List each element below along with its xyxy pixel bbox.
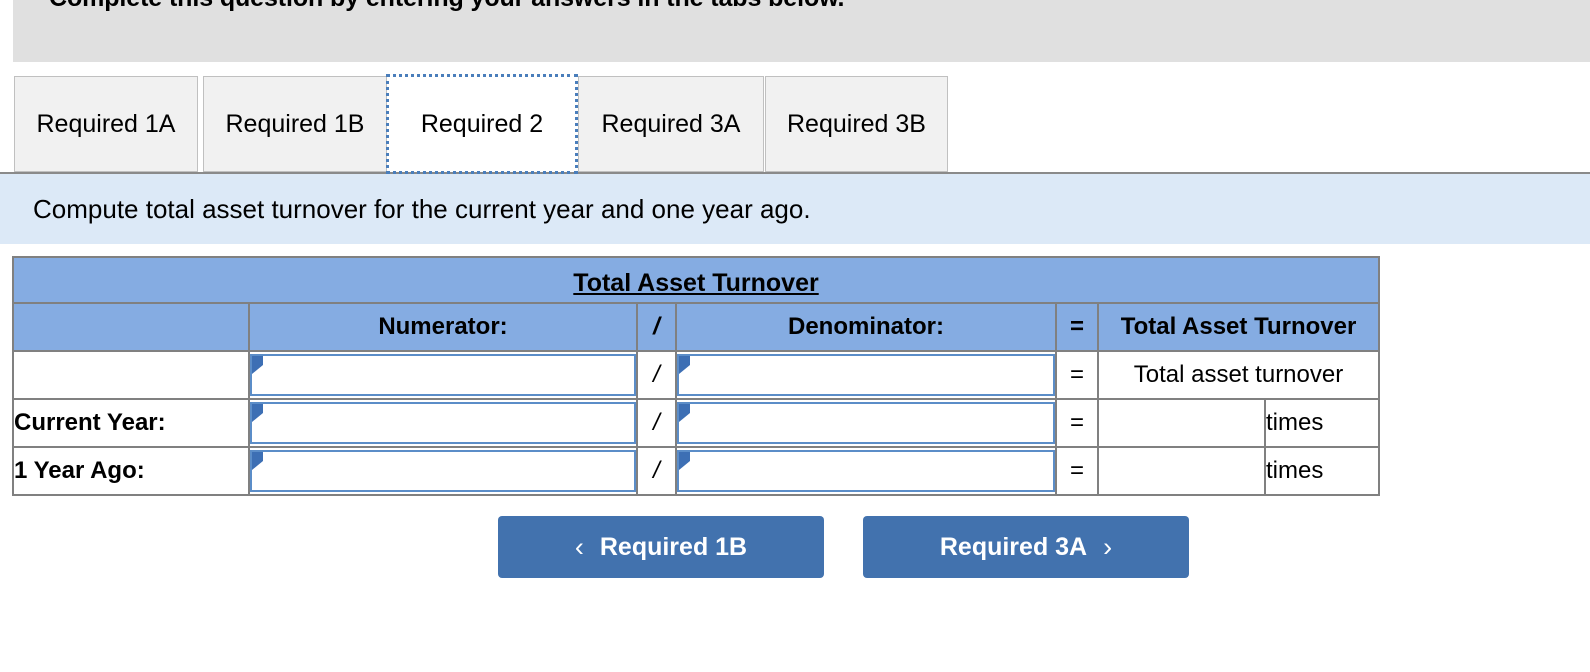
- denominator-input-formula[interactable]: [677, 354, 1055, 396]
- result-unit-one-year-ago: times: [1263, 446, 1381, 496]
- tab-label: Required 3B: [787, 109, 926, 138]
- tab-required-1a[interactable]: Required 1A: [14, 76, 198, 172]
- header-equals: =: [1055, 302, 1099, 352]
- tab-required-2[interactable]: Required 2: [386, 74, 578, 174]
- dropdown-marker-icon: [679, 404, 690, 422]
- table-row: 1 Year Ago: / = times: [12, 446, 1381, 496]
- header-numerator: Numerator:: [248, 302, 638, 352]
- header-blank: [12, 302, 250, 352]
- chevron-right-icon: ›: [1103, 531, 1113, 562]
- tab-required-1b[interactable]: Required 1B: [203, 76, 387, 172]
- denominator-input-current-year[interactable]: [677, 402, 1055, 444]
- row-equals: =: [1055, 446, 1099, 496]
- worksheet-title-cell: Total Asset Turnover: [11, 256, 1381, 304]
- denominator-cell-one-year-ago[interactable]: [675, 446, 1057, 496]
- chevron-left-icon: ‹: [574, 531, 584, 562]
- numerator-cell-one-year-ago[interactable]: [248, 446, 638, 496]
- result-value-one-year-ago[interactable]: [1097, 446, 1266, 496]
- header-denominator: Denominator:: [675, 302, 1057, 352]
- worksheet-title: Total Asset Turnover: [573, 269, 819, 297]
- previous-requirement-label: Required 1B: [599, 532, 748, 561]
- tab-label: Required 1B: [225, 109, 365, 138]
- requirement-instruction-bar: Compute total asset turnover for the cur…: [0, 172, 1590, 244]
- dropdown-marker-icon: [252, 452, 263, 470]
- dropdown-marker-icon: [679, 452, 690, 470]
- tab-required-3a[interactable]: Required 3A: [578, 76, 764, 172]
- tab-label: Required 2: [420, 109, 544, 138]
- next-requirement-button[interactable]: Required 3A ›: [863, 516, 1189, 578]
- tab-label: Required 3A: [601, 109, 741, 138]
- denominator-cell-current-year[interactable]: [675, 398, 1057, 448]
- row-label-blank: [12, 350, 250, 400]
- table-row: Current Year: / = times: [12, 398, 1381, 448]
- result-value-current-year[interactable]: [1097, 398, 1266, 448]
- dropdown-marker-icon: [252, 356, 263, 374]
- result-label-cell: Total asset turnover: [1096, 350, 1381, 400]
- denominator-cell-formula[interactable]: [675, 350, 1057, 400]
- next-requirement-label: Required 3A: [939, 532, 1088, 561]
- numerator-cell-formula[interactable]: [248, 350, 638, 400]
- result-unit-current-year: times: [1263, 398, 1381, 448]
- row-slash: /: [636, 398, 677, 448]
- numerator-cell-current-year[interactable]: [248, 398, 638, 448]
- question-banner: Complete this question by entering your …: [13, 0, 1590, 62]
- numerator-input-one-year-ago[interactable]: [250, 450, 636, 492]
- header-slash: /: [636, 302, 677, 352]
- worksheet-header-row: Numerator: / Denominator: = Total Asset …: [12, 302, 1381, 352]
- row-slash: /: [636, 350, 677, 400]
- tab-label: Required 1A: [36, 109, 176, 138]
- dropdown-marker-icon: [252, 404, 263, 422]
- denominator-input-one-year-ago[interactable]: [677, 450, 1055, 492]
- dropdown-marker-icon: [679, 356, 690, 374]
- banner-instruction-text: Complete this question by entering your …: [49, 0, 844, 13]
- row-label-one-year-ago: 1 Year Ago:: [12, 446, 250, 496]
- total-asset-turnover-worksheet: Total Asset Turnover Numerator: / Denomi…: [11, 256, 1381, 496]
- row-equals: =: [1055, 398, 1099, 448]
- numerator-input-current-year[interactable]: [250, 402, 636, 444]
- tab-required-3b[interactable]: Required 3B: [765, 76, 948, 172]
- previous-requirement-button[interactable]: ‹ Required 1B: [498, 516, 824, 578]
- worksheet-title-row: Total Asset Turnover: [11, 256, 1381, 304]
- row-equals: =: [1055, 350, 1099, 400]
- header-result: Total Asset Turnover: [1096, 302, 1381, 352]
- table-row: / = Total asset turnover: [12, 350, 1381, 400]
- numerator-input-formula[interactable]: [250, 354, 636, 396]
- requirement-tabs: Required 1A Required 1B Required 2 Requi…: [0, 74, 1590, 174]
- row-label-current-year: Current Year:: [12, 398, 250, 448]
- row-slash: /: [636, 446, 677, 496]
- requirement-instruction-text: Compute total asset turnover for the cur…: [33, 194, 811, 224]
